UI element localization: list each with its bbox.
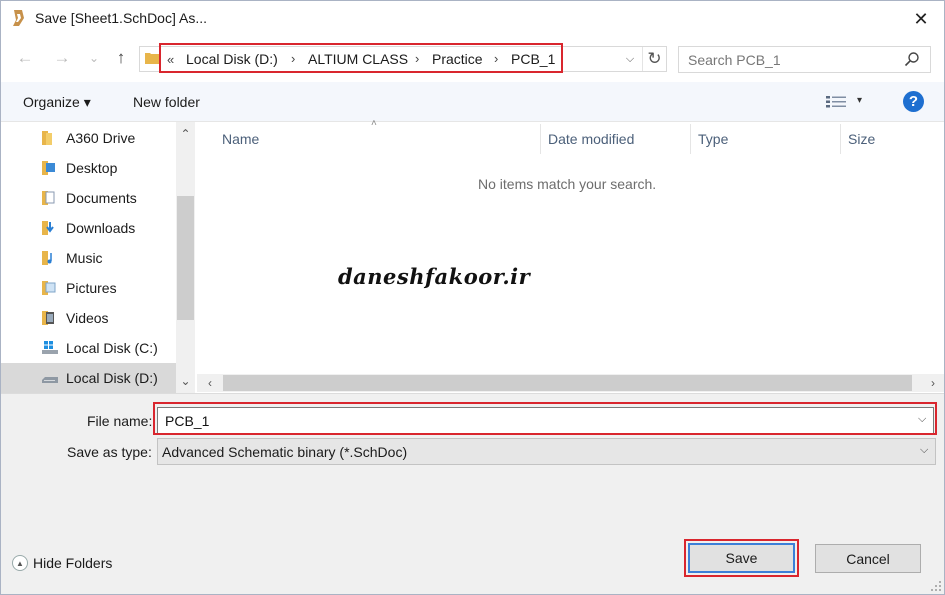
close-icon: ✕ (913, 8, 929, 29)
navigation-scrollbar-thumb[interactable] (177, 196, 194, 320)
file-name-highlight-box (153, 402, 937, 435)
view-details-icon[interactable] (826, 95, 846, 109)
new-folder-button[interactable]: New folder (133, 94, 200, 110)
column-divider[interactable] (690, 124, 691, 154)
sidebar-item-pictures[interactable]: Pictures (0, 273, 176, 303)
empty-results-message: No items match your search. (478, 176, 657, 192)
sidebar-item-local-disk-d[interactable]: Local Disk (D:) (0, 363, 176, 393)
forward-arrow-icon: → (53, 48, 71, 67)
collapse-up-icon: ▲ (12, 555, 28, 571)
address-dropdown-button[interactable]: ⌵ (621, 49, 639, 69)
scroll-down-icon[interactable]: ⌄ (176, 371, 195, 391)
sidebar-item-label: Desktop (66, 160, 118, 176)
column-divider[interactable] (840, 124, 841, 154)
sidebar-item-a360-drive[interactable]: A360 Drive (0, 123, 176, 153)
sidebar-item-label: Downloads (66, 220, 136, 236)
videos-icon (42, 311, 54, 325)
scroll-left-icon[interactable]: ‹ (201, 374, 219, 392)
horizontal-scrollbar-thumb[interactable] (223, 375, 912, 391)
sidebar-item-label: Local Disk (D:) (66, 370, 158, 386)
documents-icon (42, 191, 55, 205)
chevron-down-icon[interactable]: ⌵ (920, 444, 928, 457)
search-placeholder: Search PCB_1 (688, 52, 781, 68)
up-button[interactable]: ↑ (110, 46, 132, 70)
back-button[interactable]: ← (14, 46, 36, 70)
sidebar-item-label: Documents (66, 190, 137, 206)
chevron-down-icon: ⌵ (625, 52, 635, 65)
watermark-text: daneshfakoor.ir (338, 264, 531, 289)
folder-icon (145, 53, 159, 64)
column-divider[interactable] (540, 124, 541, 154)
chevron-down-icon: ⌄ (88, 51, 100, 65)
scroll-right-icon[interactable]: › (924, 374, 942, 392)
sidebar-item-local-disk-c[interactable]: Local Disk (C:) (0, 333, 176, 363)
music-icon (42, 251, 52, 265)
sidebar-item-downloads[interactable]: Downloads (0, 213, 176, 243)
sidebar-item-documents[interactable]: Documents (0, 183, 176, 213)
save-as-type-value: Advanced Schematic binary (*.SchDoc) (162, 444, 408, 460)
file-name-label: File name: (87, 413, 153, 429)
save-as-type-label: Save as type: (67, 444, 152, 460)
sidebar-item-music[interactable]: Music (0, 243, 176, 273)
address-highlight-box (159, 43, 563, 73)
sidebar-item-label: Music (66, 250, 103, 266)
scroll-up-icon[interactable]: ⌃ (176, 124, 195, 144)
column-header-type[interactable]: Type (698, 131, 728, 147)
cancel-button[interactable]: Cancel (815, 544, 921, 573)
sidebar-item-videos[interactable]: Videos (0, 303, 176, 333)
up-arrow-icon: ↑ (116, 48, 126, 67)
pictures-icon (42, 281, 56, 295)
forward-button[interactable]: → (51, 46, 73, 70)
column-header-date-modified[interactable]: Date modified (548, 131, 634, 147)
resize-grip-icon[interactable] (930, 580, 942, 592)
refresh-button[interactable]: ↻ (642, 47, 666, 71)
help-icon[interactable]: ? (903, 91, 924, 112)
window-title: Save [Sheet1.SchDoc] As... (35, 10, 207, 26)
downloads-icon (42, 221, 54, 235)
sidebar-item-label: A360 Drive (66, 130, 136, 146)
close-button[interactable]: ✕ (905, 4, 937, 34)
desktop-folder-icon (42, 161, 55, 175)
hide-folders-label: Hide Folders (33, 555, 113, 571)
sort-ascending-icon: ˄ (371, 118, 377, 129)
sidebar-item-desktop[interactable]: Desktop (0, 153, 176, 183)
folder-icon (42, 131, 52, 145)
column-header-size[interactable]: Size (848, 131, 875, 147)
refresh-icon: ↻ (647, 49, 662, 68)
altium-app-icon (13, 10, 24, 26)
view-dropdown-icon[interactable]: ▾ (857, 95, 862, 106)
organize-menu-button[interactable]: Organize ▾ (23, 94, 91, 111)
hide-folders-toggle[interactable]: ▲ Hide Folders (12, 555, 112, 571)
sidebar-item-label: Local Disk (C:) (66, 340, 158, 356)
file-list (197, 122, 945, 374)
recent-locations-button[interactable]: ⌄ (83, 46, 105, 70)
back-arrow-icon: ← (16, 48, 34, 67)
windows-drive-icon (42, 341, 58, 354)
drive-icon (42, 377, 58, 383)
sidebar-item-label: Videos (66, 310, 109, 326)
sidebar-item-label: Pictures (66, 280, 117, 296)
search-icon[interactable] (904, 51, 920, 67)
save-button[interactable]: Save (688, 543, 795, 573)
chevron-down-icon[interactable]: ⌵ (918, 413, 926, 426)
column-header-name[interactable]: Name (222, 131, 259, 147)
